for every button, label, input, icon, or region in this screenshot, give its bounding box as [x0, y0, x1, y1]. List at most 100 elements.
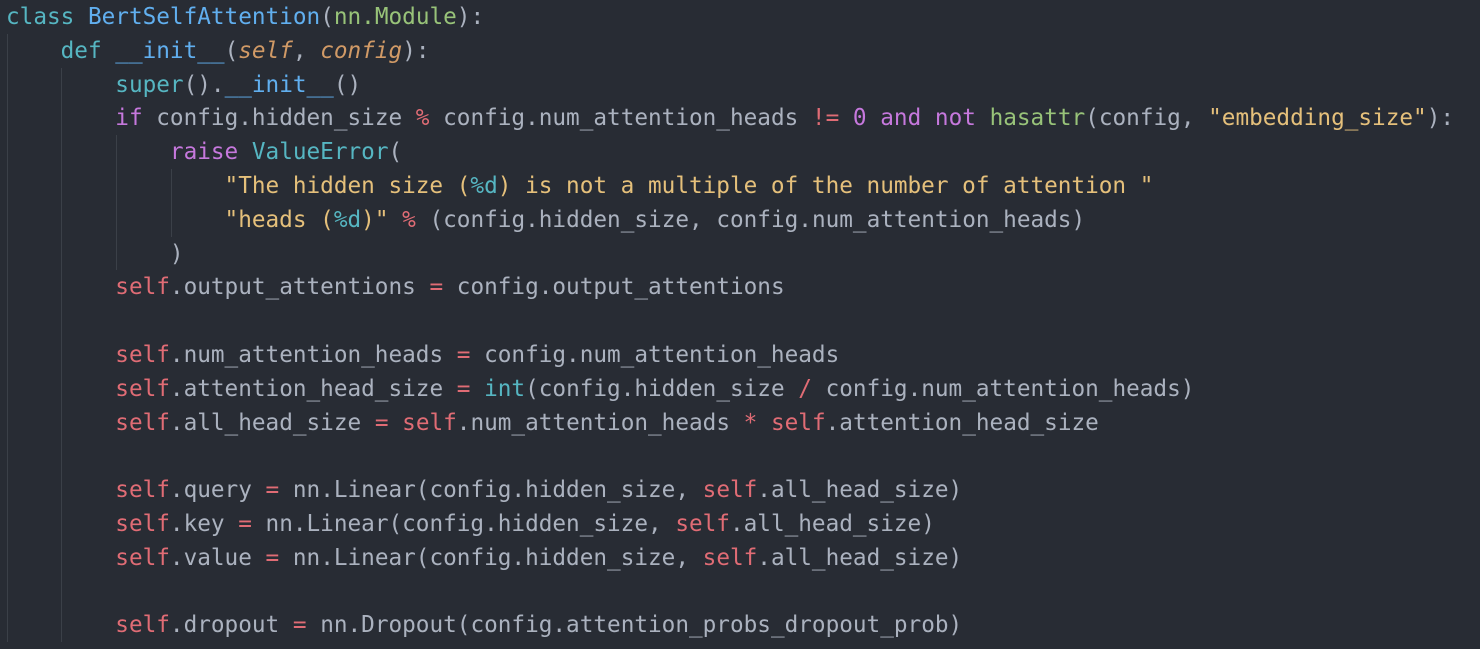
code-line[interactable]: self.all_head_size = self.num_attention_… [6, 406, 1099, 440]
code-token: config.num_attention_heads) [811, 375, 1195, 402]
code-token: ): [456, 4, 485, 30]
code-line[interactable]: self.num_attention_heads = config.num_at… [6, 338, 839, 372]
code-token: self [115, 274, 170, 301]
code-token: self [115, 409, 170, 436]
code-token: != [811, 105, 840, 132]
code-token: raise [169, 139, 239, 166]
code-token: ) [169, 240, 184, 267]
code-token: class [6, 4, 75, 30]
code-token: self [702, 477, 758, 504]
code-token: ): [1426, 105, 1455, 132]
indentation [6, 274, 115, 300]
indentation [6, 72, 115, 98]
code-token: self [115, 544, 170, 571]
code-token: .query [169, 477, 266, 504]
code-token: config.hidden_size [142, 105, 416, 132]
code-token: = [265, 477, 280, 504]
code-line[interactable]: self.key = nn.Linear(config.hidden_size,… [6, 507, 935, 541]
code-token: self [402, 409, 457, 436]
code-token: .all_head_size) [757, 477, 963, 504]
code-token: config [320, 37, 403, 64]
code-token: .key [169, 511, 239, 537]
code-token: def [60, 37, 102, 64]
code-token: self [115, 342, 170, 368]
code-line[interactable]: self.attention_head_size = int(config.hi… [6, 372, 1194, 406]
indentation [6, 241, 170, 267]
code-token: __init__ [115, 37, 225, 64]
code-token: )" [361, 206, 389, 233]
code-line[interactable]: "The hidden size (%d) is not a multiple … [6, 169, 1154, 203]
code-token: self [238, 37, 293, 64]
code-token: self [702, 544, 758, 571]
code-token: (config.hidden_size, config.num_attentio… [415, 206, 1086, 233]
code-line[interactable]: raise ValueError( [6, 135, 402, 169]
code-line[interactable]: self.value = nn.Linear(config.hidden_siz… [6, 541, 962, 575]
code-token: .value [169, 544, 266, 571]
code-line[interactable]: self.output_attentions = config.output_a… [6, 270, 784, 304]
indentation [6, 477, 115, 503]
indentation [6, 207, 225, 233]
code-token: int [484, 375, 526, 402]
code-token: "embedding_size" [1208, 105, 1427, 132]
code-token: .all_head_size) [729, 511, 935, 537]
indentation [6, 511, 115, 537]
code-token: .num_attention_heads [456, 409, 744, 436]
code-line[interactable]: if config.hidden_size % config.num_atten… [6, 101, 1454, 135]
code-line[interactable]: "heads (%d)" % (config.hidden_size, conf… [6, 203, 1086, 237]
code-token: self [115, 477, 170, 504]
code-token: % [415, 105, 430, 132]
code-token: hasattr [989, 105, 1086, 132]
code-token: config.num_attention_heads [470, 342, 840, 368]
code-token: %d [470, 173, 498, 199]
code-token: nn.Linear(config.hidden_size, [279, 544, 703, 571]
indentation [6, 105, 115, 131]
indentation [6, 612, 115, 638]
code-token: self [675, 511, 730, 537]
code-token: config.num_attention_heads [429, 105, 812, 132]
code-token: ValueError [251, 139, 389, 166]
code-line[interactable]: self.query = nn.Linear(config.hidden_siz… [6, 473, 962, 507]
code-token: super [115, 71, 184, 98]
code-token: not [934, 105, 976, 132]
indentation [6, 139, 170, 165]
code-token: .dropout [169, 612, 293, 639]
code-token: .output_attentions [169, 274, 430, 301]
code-line[interactable]: self.dropout = nn.Dropout(config.attenti… [6, 608, 962, 642]
indentation [6, 410, 115, 436]
code-token: ( [320, 4, 334, 30]
code-token: and [880, 105, 922, 132]
code-line[interactable]: def __init__(self, config): [6, 34, 430, 68]
code-token: nn.Module [333, 4, 457, 30]
code-line[interactable]: class BertSelfAttention(nn.Module): [6, 0, 484, 34]
code-token: self [115, 511, 170, 537]
code-token: 0 [852, 105, 867, 132]
code-token: %d [333, 206, 362, 233]
code-line[interactable]: super().__init__() [6, 68, 361, 102]
code-token: self [115, 612, 170, 639]
code-token: "heads ( [224, 206, 334, 233]
code-token: (config, [1085, 105, 1209, 132]
code-line[interactable]: ) [6, 237, 184, 271]
code-token: ( [224, 37, 239, 64]
code-token: (config.hidden_size [525, 375, 799, 402]
code-token: .attention_head_size [825, 409, 1099, 436]
code-token: = [238, 511, 252, 537]
code-token: nn.Linear(config.hidden_size, [279, 477, 703, 504]
indentation [6, 376, 115, 402]
code-token: = [292, 612, 307, 639]
code-editor[interactable]: class BertSelfAttention(nn.Module): def … [0, 0, 1480, 649]
code-token: = [374, 409, 389, 436]
code-token: __init__ [224, 71, 334, 98]
code-token: self [115, 375, 170, 402]
code-token: .num_attention_heads [169, 342, 457, 368]
